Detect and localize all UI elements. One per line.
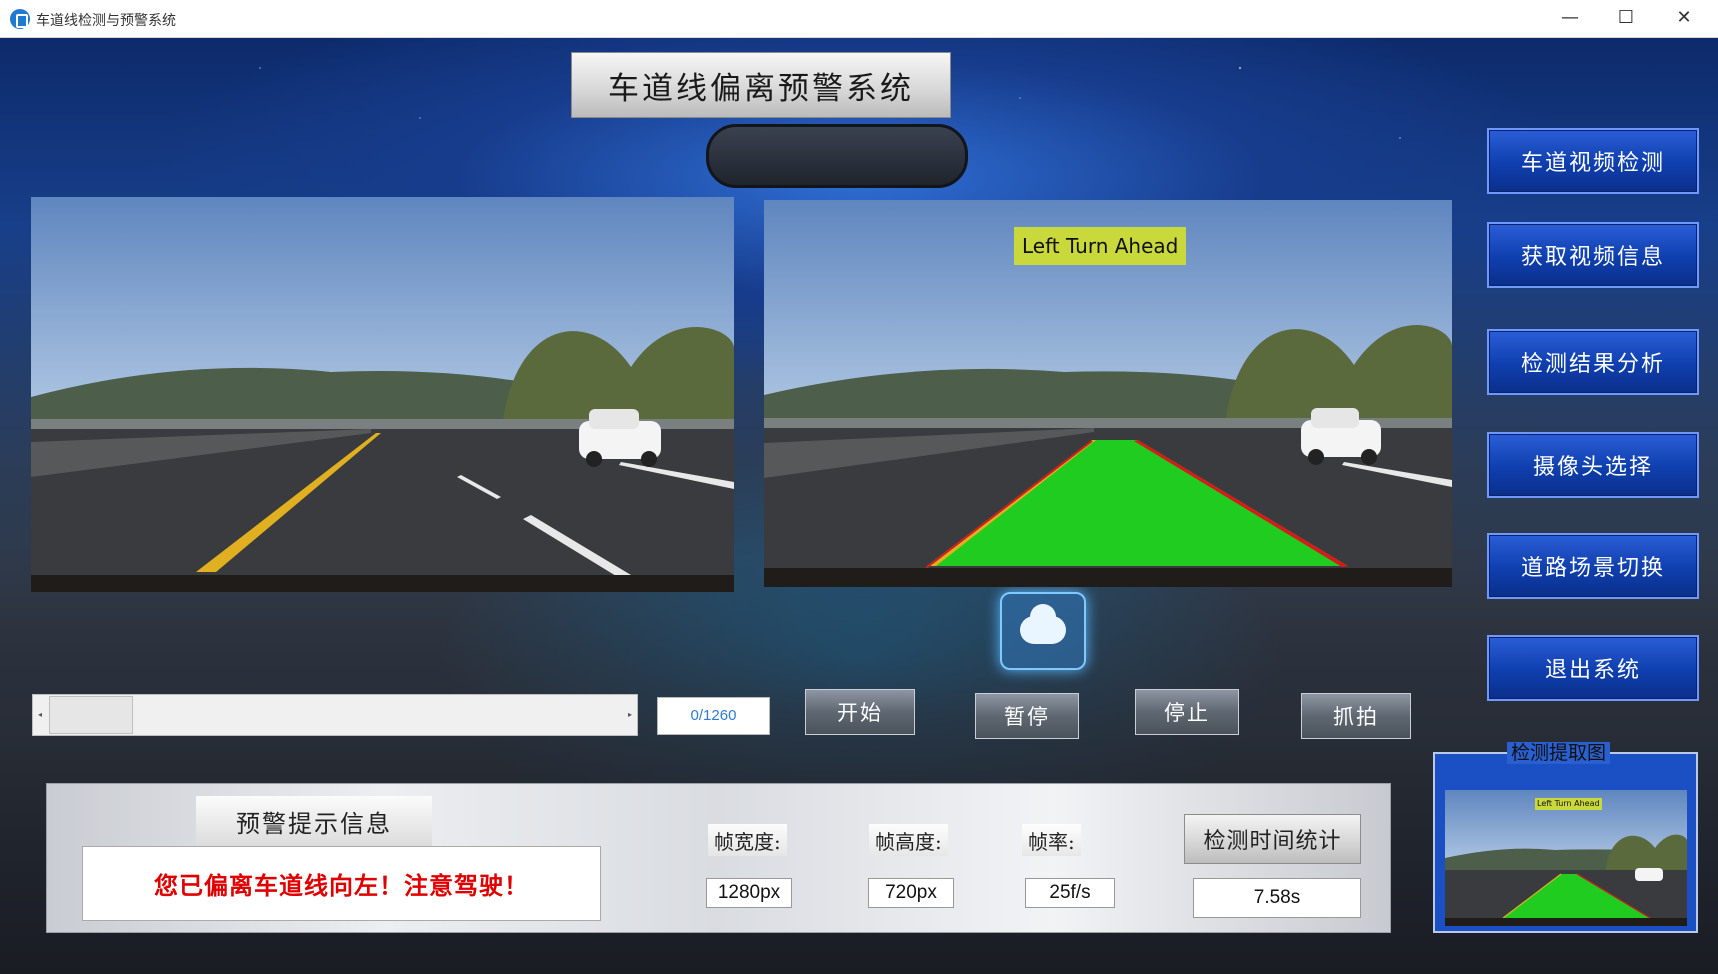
capture-preview-image: Left Turn Ahead — [1445, 790, 1687, 926]
detection-time-value: 7.58s — [1193, 878, 1361, 918]
stop-button[interactable]: 停止 — [1135, 689, 1239, 735]
capture-preview-title: 检测提取图 — [1507, 742, 1611, 764]
frame-height-label: 帧高度: — [869, 824, 948, 856]
pause-button[interactable]: 暂停 — [975, 693, 1079, 739]
camera-select-button[interactable]: 摄像头选择 — [1487, 432, 1699, 498]
maximize-icon[interactable]: ☐ — [1598, 0, 1654, 38]
weather-icon — [1000, 592, 1086, 670]
road-scene-switch-button[interactable]: 道路场景切换 — [1487, 533, 1699, 599]
capture-button[interactable]: 抓拍 — [1301, 693, 1411, 739]
frame-width-label: 帧宽度: — [708, 824, 787, 856]
slider-thumb[interactable] — [49, 696, 133, 734]
original-video-frame — [31, 197, 734, 592]
frame-counter: 0/1260 — [657, 697, 770, 735]
frame-height-value: 720px — [868, 878, 954, 908]
frame-width-value: 1280px — [706, 878, 792, 908]
frame-rate-label: 帧率: — [1022, 824, 1081, 856]
start-button[interactable]: 开始 — [805, 689, 915, 735]
frame-rate-value: 25f/s — [1025, 878, 1115, 908]
rearview-mirror — [706, 124, 968, 188]
exit-system-button[interactable]: 退出系统 — [1487, 635, 1699, 701]
cloud-icon — [1020, 604, 1066, 644]
detection-video-panel: Left Turn Ahead — [764, 200, 1452, 587]
detection-time-button[interactable]: 检测时间统计 — [1184, 814, 1361, 864]
capture-frame — [1445, 790, 1687, 926]
close-icon[interactable]: ✕ — [1656, 0, 1712, 38]
minimize-icon[interactable]: — — [1542, 0, 1598, 38]
info-panel: 预警提示信息 您已偏离车道线向左！注意驾驶！ 帧宽度: 1280px 帧高度: … — [46, 783, 1391, 933]
warning-header: 预警提示信息 — [196, 796, 432, 846]
window-title: 车道线检测与预警系统 — [36, 13, 176, 29]
warning-message: 您已偏离车道线向左！注意驾驶！ — [82, 846, 601, 921]
capture-direction-label: Left Turn Ahead — [1535, 798, 1602, 810]
video-info-button[interactable]: 获取视频信息 — [1487, 222, 1699, 288]
lane-video-detection-button[interactable]: 车道视频检测 — [1487, 128, 1699, 194]
original-video-panel — [31, 197, 734, 592]
slider-left-arrow-icon[interactable]: ◂ — [33, 695, 47, 735]
capture-preview-group: 检测提取图 Left Turn Ahead — [1433, 742, 1698, 933]
lane-direction-label: Left Turn Ahead — [1014, 227, 1187, 265]
frame-slider[interactable]: ◂ ▸ — [32, 694, 638, 736]
result-analysis-button[interactable]: 检测结果分析 — [1487, 329, 1699, 395]
app-icon — [10, 9, 30, 29]
slider-right-arrow-icon[interactable]: ▸ — [623, 695, 637, 735]
system-title: 车道线偏离预警系统 — [571, 52, 951, 118]
window-titlebar: 车道线检测与预警系统 — ☐ ✕ — [0, 0, 1718, 38]
